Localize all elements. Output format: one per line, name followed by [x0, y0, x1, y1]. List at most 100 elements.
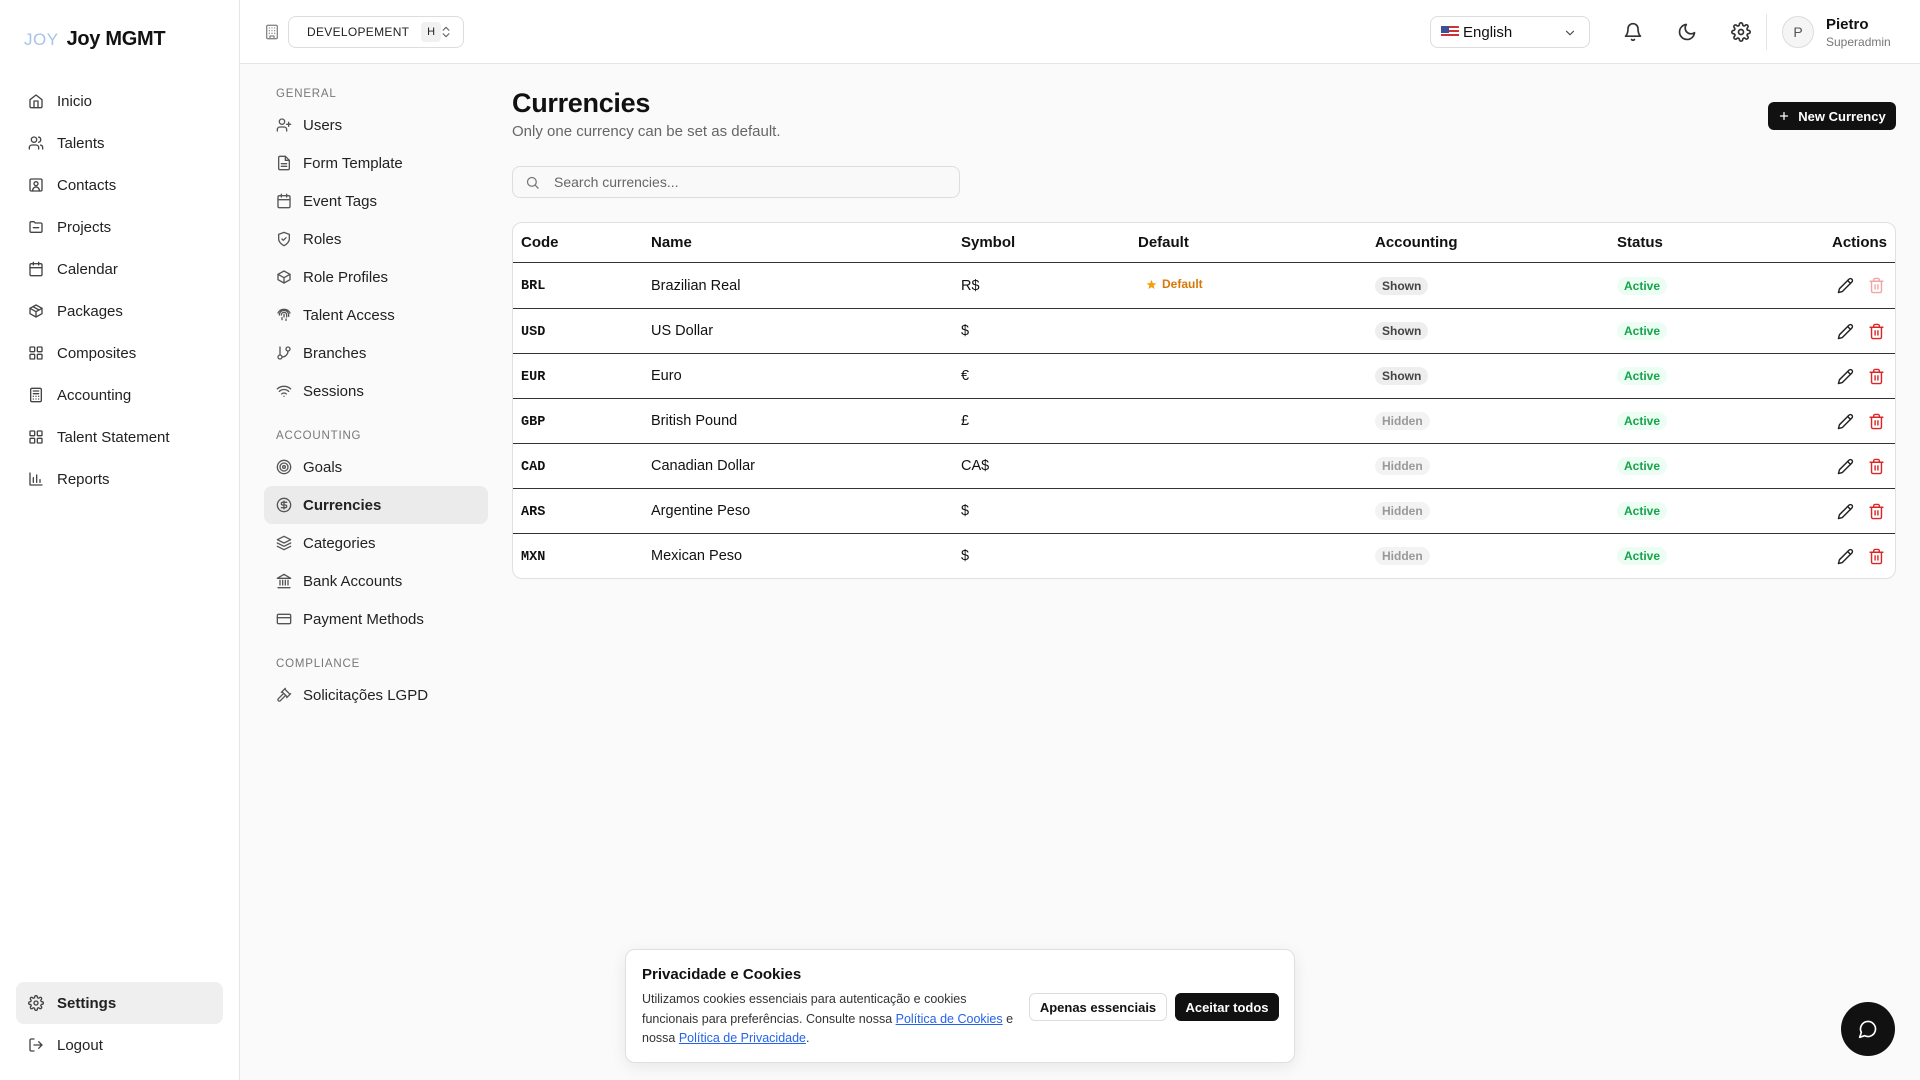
- gear-icon[interactable]: [1731, 22, 1751, 42]
- sidebar-item-talent-statement[interactable]: Talent Statement: [16, 416, 224, 458]
- privacy-policy-link[interactable]: Política de Privacidade: [679, 1031, 806, 1045]
- essential-only-button[interactable]: Apenas essenciais: [1029, 993, 1167, 1021]
- status-badge: Active: [1617, 502, 1668, 520]
- edit-icon[interactable]: [1837, 323, 1854, 340]
- chat-button[interactable]: [1841, 1002, 1895, 1056]
- edit-icon[interactable]: [1837, 548, 1854, 565]
- sidebar-item-inicio[interactable]: Inicio: [16, 80, 224, 122]
- calculator-icon: [30, 387, 42, 403]
- edit-icon[interactable]: [1837, 503, 1854, 520]
- currency-code: CAD: [521, 459, 546, 475]
- accounting-badge[interactable]: Shown: [1375, 322, 1429, 340]
- calendar-icon: [29, 261, 43, 277]
- chevron-up-down-icon: [442, 26, 450, 38]
- table-row: USD US Dollar $ Shown Active: [513, 308, 1895, 353]
- sidebar-item-packages[interactable]: Packages: [16, 290, 224, 332]
- subnav-item-label: Form Template: [303, 154, 403, 172]
- subnav-item-label: Users: [303, 116, 343, 134]
- subnav-item-goals[interactable]: Goals: [264, 448, 488, 486]
- users-icon: [28, 136, 44, 150]
- accounting-badge[interactable]: Hidden: [1375, 502, 1430, 520]
- sidebar-item-settings[interactable]: Settings: [16, 982, 223, 1024]
- currency-symbol: R$: [961, 277, 980, 294]
- trash-icon[interactable]: [1868, 368, 1885, 385]
- language-select[interactable]: English: [1430, 16, 1590, 48]
- subnav-item-label: Event Tags: [303, 192, 377, 210]
- subnav-item-role-profiles[interactable]: Role Profiles: [264, 258, 488, 296]
- subnav-item-label: Branches: [303, 344, 367, 362]
- trash-icon[interactable]: [1868, 548, 1885, 565]
- subnav-item-sessions[interactable]: Sessions: [264, 372, 488, 410]
- sidebar-item-calendar[interactable]: Calendar: [16, 248, 224, 290]
- environment-select[interactable]: DEVELOPEMENT H: [288, 16, 464, 48]
- avatar[interactable]: P: [1782, 16, 1814, 48]
- trash-icon[interactable]: [1868, 323, 1885, 340]
- status-badge: Active: [1617, 412, 1668, 430]
- cookie-policy-link[interactable]: Política de Cookies: [896, 1012, 1003, 1026]
- currency-code: ARS: [521, 504, 546, 520]
- grid-icon: [29, 346, 43, 360]
- environment-label: DEVELOPEMENT: [307, 25, 410, 39]
- moon-icon[interactable]: [1677, 22, 1697, 42]
- table-row: ARS Argentine Peso $ Hidden Active: [513, 488, 1895, 533]
- status-badge: Active: [1617, 547, 1668, 565]
- bell-icon[interactable]: [1623, 22, 1643, 42]
- accounting-badge[interactable]: Hidden: [1375, 547, 1430, 565]
- currency-code: USD: [521, 324, 546, 340]
- accounting-badge[interactable]: Hidden: [1375, 412, 1430, 430]
- trash-icon[interactable]: [1868, 503, 1885, 520]
- edit-icon[interactable]: [1837, 413, 1854, 430]
- sidebar-item-logout[interactable]: Logout: [16, 1024, 223, 1066]
- sidebar-item-reports[interactable]: Reports: [16, 458, 224, 500]
- cookie-text-part: .: [806, 1031, 810, 1045]
- accounting-badge[interactable]: Shown: [1375, 276, 1429, 295]
- brand-logo: JOY: [24, 29, 59, 49]
- subnav-item-categories[interactable]: Categories: [264, 524, 488, 562]
- sidebar-item-label: Talents: [57, 134, 105, 152]
- trash-icon[interactable]: [1868, 413, 1885, 430]
- fingerprint-icon: [277, 308, 291, 321]
- plus-icon: [1780, 111, 1789, 121]
- sidebar-item-accounting[interactable]: Accounting: [16, 374, 224, 416]
- default-badge: Default: [1146, 277, 1203, 291]
- edit-icon[interactable]: [1837, 277, 1854, 294]
- star-icon: [1146, 279, 1157, 289]
- subnav-item-talent-access[interactable]: Talent Access: [264, 296, 488, 334]
- grid-icon: [29, 430, 43, 444]
- status-badge: Active: [1617, 322, 1668, 340]
- new-currency-label: New Currency: [1798, 108, 1886, 124]
- package-icon: [277, 270, 291, 284]
- search-input[interactable]: [554, 174, 934, 190]
- page-subtitle: Only one currency can be set as default.: [512, 123, 781, 140]
- git-branch-icon: [277, 346, 291, 360]
- subnav-item-roles[interactable]: Roles: [264, 220, 488, 258]
- subnav-item-form-template[interactable]: Form Template: [264, 144, 488, 182]
- subnav-item-users[interactable]: Users: [264, 106, 488, 144]
- file-text-icon: [278, 155, 290, 171]
- subnav-item-currencies[interactable]: Currencies: [264, 486, 488, 524]
- sidebar-item-contacts[interactable]: Contacts: [16, 164, 224, 206]
- edit-icon[interactable]: [1837, 368, 1854, 385]
- accounting-badge[interactable]: Hidden: [1375, 457, 1430, 475]
- currency-symbol: $: [961, 548, 970, 564]
- new-currency-button[interactable]: New Currency: [1768, 102, 1896, 130]
- subnav-section-accounting: ACCOUNTING: [276, 430, 362, 442]
- currency-name: British Pound: [651, 413, 738, 429]
- trash-icon[interactable]: [1868, 458, 1885, 475]
- accept-all-button[interactable]: Aceitar todos: [1175, 993, 1279, 1021]
- subnav-item-payment-methods[interactable]: Payment Methods: [264, 600, 488, 638]
- accounting-badge[interactable]: Shown: [1375, 367, 1429, 385]
- subnav-item-event-tags[interactable]: Event Tags: [264, 182, 488, 220]
- subnav-item-bank-accounts[interactable]: Bank Accounts: [264, 562, 488, 600]
- sidebar-item-projects[interactable]: Projects: [16, 206, 224, 248]
- currency-code: EUR: [521, 369, 546, 385]
- currency-name: Canadian Dollar: [651, 458, 755, 474]
- sidebar-item-talents[interactable]: Talents: [16, 122, 224, 164]
- brand[interactable]: JOY Joy MGMT: [24, 28, 166, 51]
- calendar-icon: [277, 193, 291, 209]
- subnav-item-label: Solicitações LGPD: [303, 686, 429, 704]
- subnav-item-lgpd[interactable]: Solicitações LGPD: [264, 676, 488, 714]
- sidebar-item-composites[interactable]: Composites: [16, 332, 224, 374]
- edit-icon[interactable]: [1837, 458, 1854, 475]
- subnav-item-branches[interactable]: Branches: [264, 334, 488, 372]
